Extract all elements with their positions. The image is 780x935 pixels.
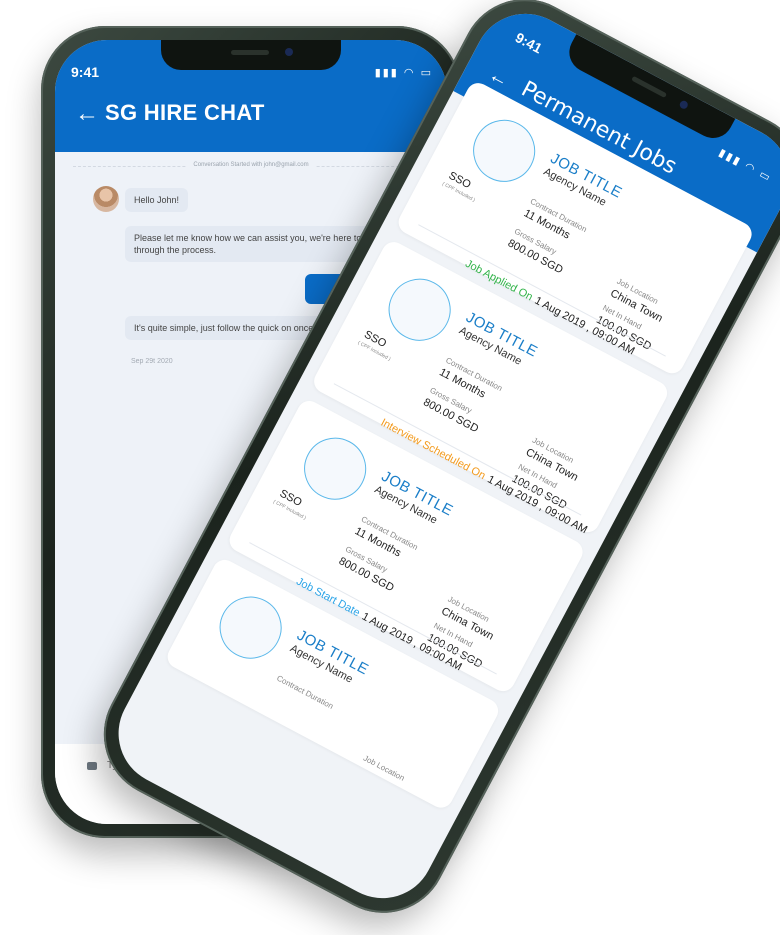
battery-icon: ▭ bbox=[420, 67, 433, 79]
message-date: Sep 29t 2020 bbox=[131, 358, 173, 365]
conversation-started-label: Conversation Started with john@gmail.com bbox=[55, 162, 447, 168]
avatar bbox=[93, 186, 119, 212]
status-icons: ▮▮▮ ◠ ▭ bbox=[375, 66, 433, 79]
contract-duration-label: Contract Duration bbox=[275, 673, 335, 711]
phone-notch bbox=[161, 40, 341, 70]
message-bubble: Hello John! bbox=[125, 188, 189, 212]
company-logo bbox=[462, 108, 547, 193]
back-arrow-icon[interactable]: ← bbox=[75, 102, 99, 126]
company-logo bbox=[293, 426, 378, 511]
status-icons: ▮▮▮ ◠ ▭ bbox=[717, 146, 775, 185]
wifi-icon: ◠ bbox=[742, 160, 759, 177]
company-logo bbox=[377, 267, 462, 352]
signal-icon: ▮▮▮ bbox=[374, 67, 399, 79]
signal-icon: ▮▮▮ bbox=[716, 146, 744, 169]
battery-icon: ▭ bbox=[757, 168, 774, 185]
page-title: SG HIRE CHAT bbox=[105, 100, 265, 125]
status-time: 9:41 bbox=[71, 64, 100, 80]
status-time: 9:41 bbox=[512, 29, 545, 57]
company-logo bbox=[208, 585, 293, 670]
wifi-icon: ◠ bbox=[403, 67, 416, 79]
message-icon bbox=[87, 762, 97, 770]
job-location-label: Job Location bbox=[361, 753, 407, 783]
